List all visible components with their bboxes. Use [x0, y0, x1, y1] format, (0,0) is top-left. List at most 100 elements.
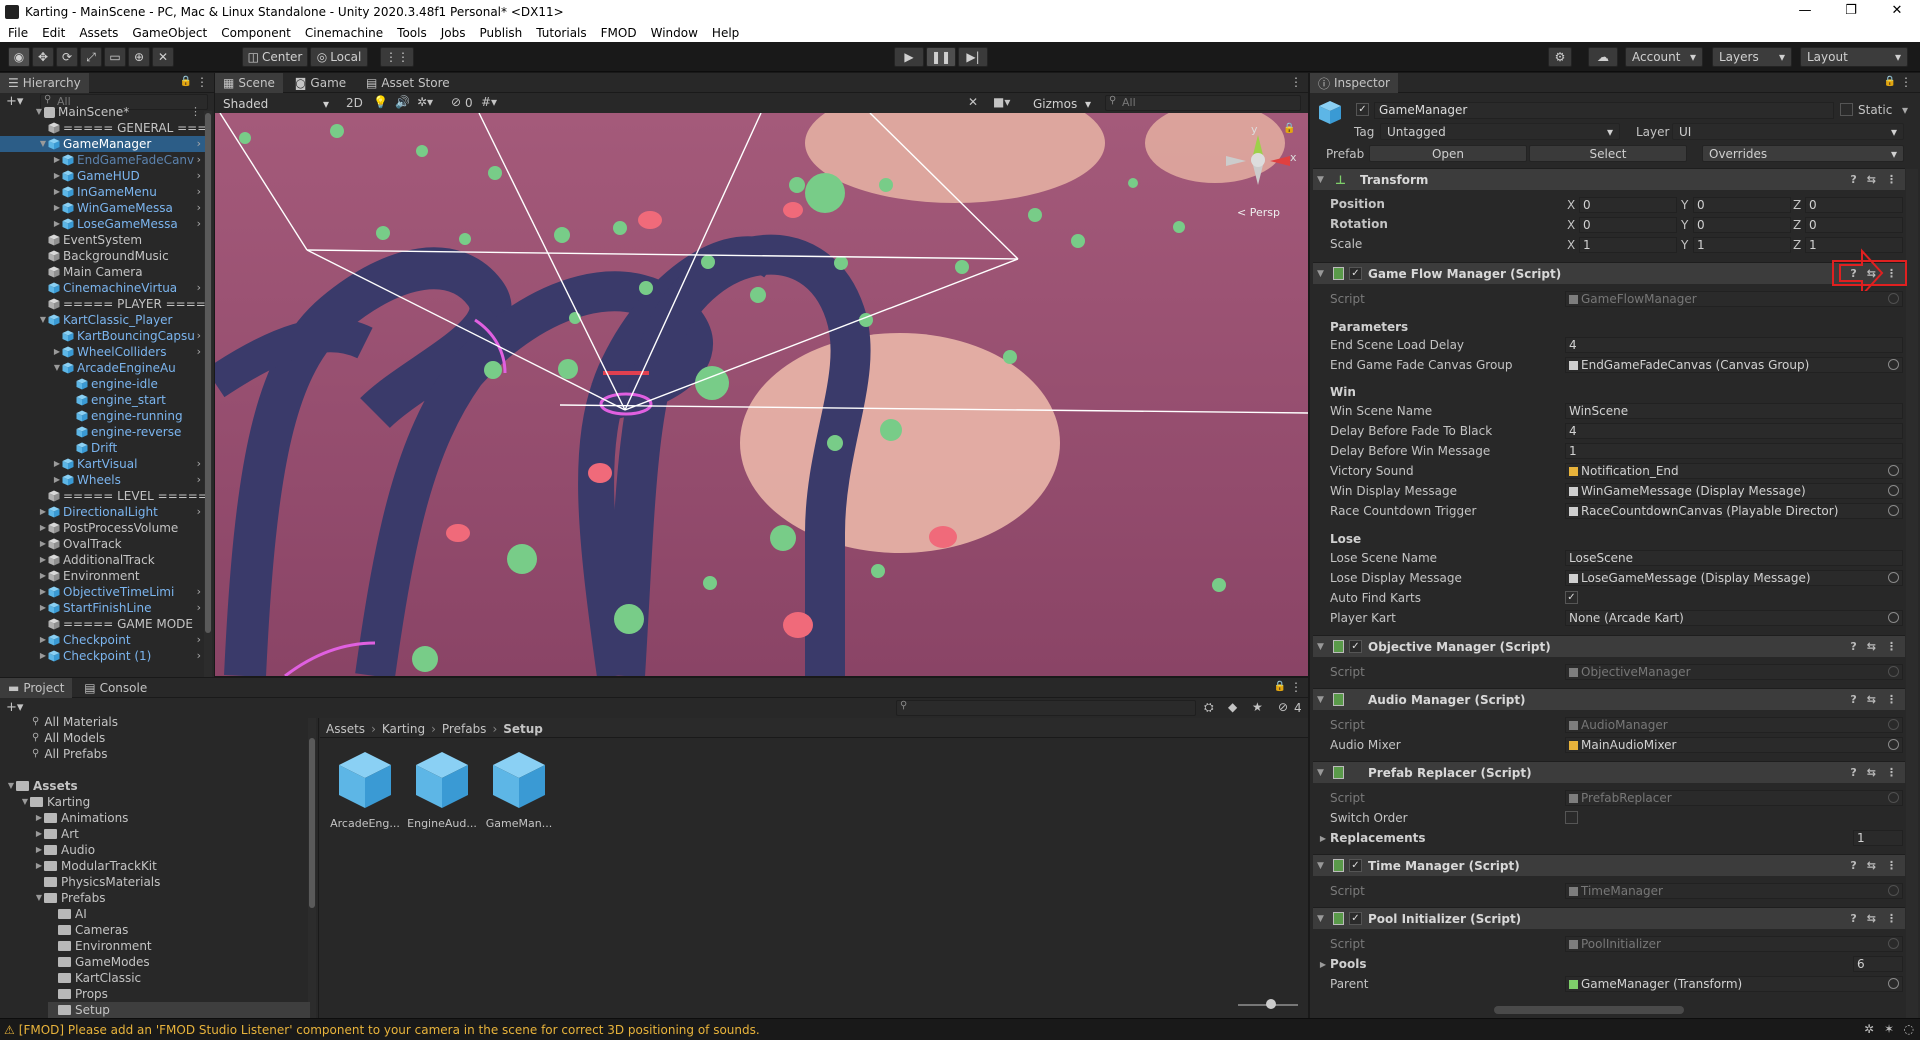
project-folder[interactable]: KartClassic	[48, 970, 141, 986]
prefab-replacer-header[interactable]: ▼ Prefab Replacer (Script) ? ⇆ ⋮	[1313, 761, 1905, 783]
move-tool-icon[interactable]: ✥	[32, 47, 54, 67]
objective-manager-header[interactable]: ▼ ✓ Objective Manager (Script) ? ⇆ ⋮	[1313, 635, 1905, 657]
help-icon[interactable]: ?	[1850, 693, 1856, 706]
object-field[interactable]: EndGameFadeCanvas (Canvas Group)	[1565, 357, 1903, 373]
cloud-icon[interactable]: ☁	[1588, 47, 1618, 67]
asset-item[interactable]: EngineAud...	[407, 750, 477, 830]
inspector-hscroll[interactable]	[1494, 1006, 1684, 1014]
text-field[interactable]: 1	[1565, 443, 1903, 459]
game-tab[interactable]: ◙ Game	[287, 73, 354, 93]
menu-window[interactable]: Window	[643, 24, 704, 42]
play-button-icon[interactable]: ▶	[894, 47, 924, 67]
game-flow-manager-header[interactable]: ▼ ✓ Game Flow Manager (Script) ? ⇆ ⋮	[1313, 262, 1905, 284]
assets-root-folder[interactable]: ▼ Assets	[6, 778, 78, 794]
fold-arrow-icon[interactable]: ▼	[1317, 861, 1329, 871]
tools-icon[interactable]: ✕	[968, 95, 978, 109]
scene-tab[interactable]: ▦ Scene	[215, 73, 283, 93]
menu-edit[interactable]: Edit	[34, 24, 71, 42]
help-icon[interactable]: ?	[1850, 640, 1856, 653]
status-bar[interactable]: ⚠ [FMOD] Please add an 'FMOD Studio List…	[0, 1018, 1920, 1040]
component-menu-icon[interactable]: ⋮	[1886, 693, 1897, 706]
hierarchy-item[interactable]: ▶ Wheels ›	[0, 472, 205, 488]
rotation-y-field[interactable]: Y0	[1681, 217, 1791, 233]
menu-tools[interactable]: Tools	[389, 24, 433, 42]
chevron-right-icon[interactable]: ›	[197, 152, 201, 168]
favorites-star-icon[interactable]: ★	[1252, 700, 1263, 714]
position-z-field[interactable]: Z0	[1793, 197, 1903, 213]
text-field[interactable]: WinScene	[1565, 403, 1903, 419]
project-folder[interactable]: Setup	[48, 1002, 310, 1018]
panel-menu-icon[interactable]: ⋮	[1290, 680, 1302, 694]
hierarchy-item[interactable]: ▼ GameManager ›	[0, 136, 205, 152]
hierarchy-item[interactable]: ▶ GameHUD ›	[0, 168, 205, 184]
object-picker-icon[interactable]	[1888, 572, 1899, 583]
fold-arrow-icon[interactable]: ▶	[34, 826, 44, 842]
hierarchy-item[interactable]: engine-running	[0, 408, 205, 424]
progress-icon[interactable]: ◌	[1904, 1022, 1914, 1036]
position-x-field[interactable]: X0	[1567, 197, 1677, 213]
inspector-tab[interactable]: ⓘ Inspector	[1310, 73, 1398, 93]
hierarchy-item[interactable]: KartBouncingCapsu ›	[0, 328, 205, 344]
menu-tutorials[interactable]: Tutorials	[528, 24, 592, 42]
chevron-right-icon[interactable]: ›	[197, 456, 201, 472]
chevron-right-icon[interactable]: ›	[197, 168, 201, 184]
rotation-z-field[interactable]: Z0	[1793, 217, 1903, 233]
custom-tool-icon[interactable]: ✕	[152, 47, 174, 67]
fold-arrow-right-icon[interactable]: ▶	[52, 152, 62, 168]
prefab-overrides-dropdown[interactable]: Overrides ▾	[1702, 145, 1904, 162]
object-field[interactable]: None (Arcade Kart)	[1565, 610, 1903, 626]
filter-by-label-icon[interactable]: ◆	[1228, 700, 1237, 714]
presets-icon[interactable]: ⇆	[1867, 693, 1876, 706]
fold-arrow-icon[interactable]: ▶	[34, 842, 44, 858]
component-enabled-checkbox[interactable]: ✓	[1349, 859, 1362, 872]
hierarchy-item[interactable]: BackgroundMusic	[0, 248, 205, 264]
favorite-item[interactable]: ⚲ All Models	[32, 730, 105, 746]
fold-arrow-down-icon[interactable]: ▼	[38, 312, 48, 328]
component-menu-icon[interactable]: ⋮	[1886, 766, 1897, 779]
hidden-objects-icon[interactable]: ⊘	[451, 95, 461, 109]
fold-arrow-icon[interactable]: ▼	[1317, 642, 1329, 652]
component-menu-icon[interactable]: ⋮	[1886, 912, 1897, 925]
menu-fmod[interactable]: FMOD	[593, 24, 643, 42]
menu-publish[interactable]: Publish	[471, 24, 528, 42]
pivot-local-button[interactable]: ◎ Local	[310, 47, 368, 67]
chevron-right-icon[interactable]: ›	[197, 344, 201, 360]
fold-arrow-icon[interactable]: ▼	[1317, 269, 1329, 279]
object-field[interactable]: MainAudioMixer	[1565, 737, 1903, 753]
panel-menu-icon[interactable]: ⋮	[196, 75, 208, 89]
audio-manager-header[interactable]: ▼ Audio Manager (Script) ? ⇆ ⋮	[1313, 688, 1905, 710]
object-field[interactable]: LoseGameMessage (Display Message)	[1565, 570, 1903, 586]
chevron-right-icon[interactable]: ›	[197, 648, 201, 664]
hierarchy-item[interactable]: ▶ Environment	[0, 568, 205, 584]
project-folder[interactable]: ▼ Prefabs	[34, 890, 106, 906]
chevron-right-icon[interactable]: ›	[197, 584, 201, 600]
project-folder[interactable]: Cameras	[48, 922, 128, 938]
hierarchy-item[interactable]: ▶ Checkpoint (1) ›	[0, 648, 205, 664]
chevron-right-icon[interactable]: ›	[197, 184, 201, 200]
fold-arrow-right-icon[interactable]: ▶	[38, 568, 48, 584]
fold-arrow-icon[interactable]: ▶	[34, 810, 44, 826]
text-field[interactable]: 4	[1565, 423, 1903, 439]
pool-initializer-header[interactable]: ▼ ✓ Pool Initializer (Script) ? ⇆ ⋮	[1313, 907, 1905, 929]
fold-arrow-right-icon[interactable]: ▶	[52, 184, 62, 200]
effects-dropdown-icon[interactable]: ✲▾	[417, 95, 433, 109]
hierarchy-item[interactable]: ===== GENERAL ===	[0, 120, 205, 136]
prefab-select-button[interactable]: Select	[1529, 145, 1687, 162]
hierarchy-item[interactable]: ▶ AdditionalTrack	[0, 552, 205, 568]
help-icon[interactable]: ?	[1850, 859, 1856, 872]
time-manager-header[interactable]: ▼ ✓ Time Manager (Script) ? ⇆ ⋮	[1313, 854, 1905, 876]
menu-component[interactable]: Component	[213, 24, 297, 42]
help-icon[interactable]: ?	[1850, 912, 1856, 925]
pivot-center-button[interactable]: ◫ Center	[242, 47, 308, 67]
layer-dropdown[interactable]: UI ▾	[1672, 123, 1904, 140]
component-menu-icon[interactable]: ⋮	[1886, 173, 1897, 186]
project-folder[interactable]: AI	[48, 906, 87, 922]
scene-menu-icon[interactable]: ⋮	[190, 104, 201, 120]
fold-arrow-right-icon[interactable]: ▶	[38, 536, 48, 552]
fold-arrow-right-icon[interactable]: ▶	[38, 520, 48, 536]
hierarchy-item[interactable]: engine_start	[0, 392, 205, 408]
hierarchy-item[interactable]: ===== GAME MODE	[0, 616, 205, 632]
rotation-x-field[interactable]: X0	[1567, 217, 1677, 233]
toggle-checkbox[interactable]	[1565, 811, 1578, 824]
hierarchy-item[interactable]: ▼ ArcadeEngineAu	[0, 360, 205, 376]
